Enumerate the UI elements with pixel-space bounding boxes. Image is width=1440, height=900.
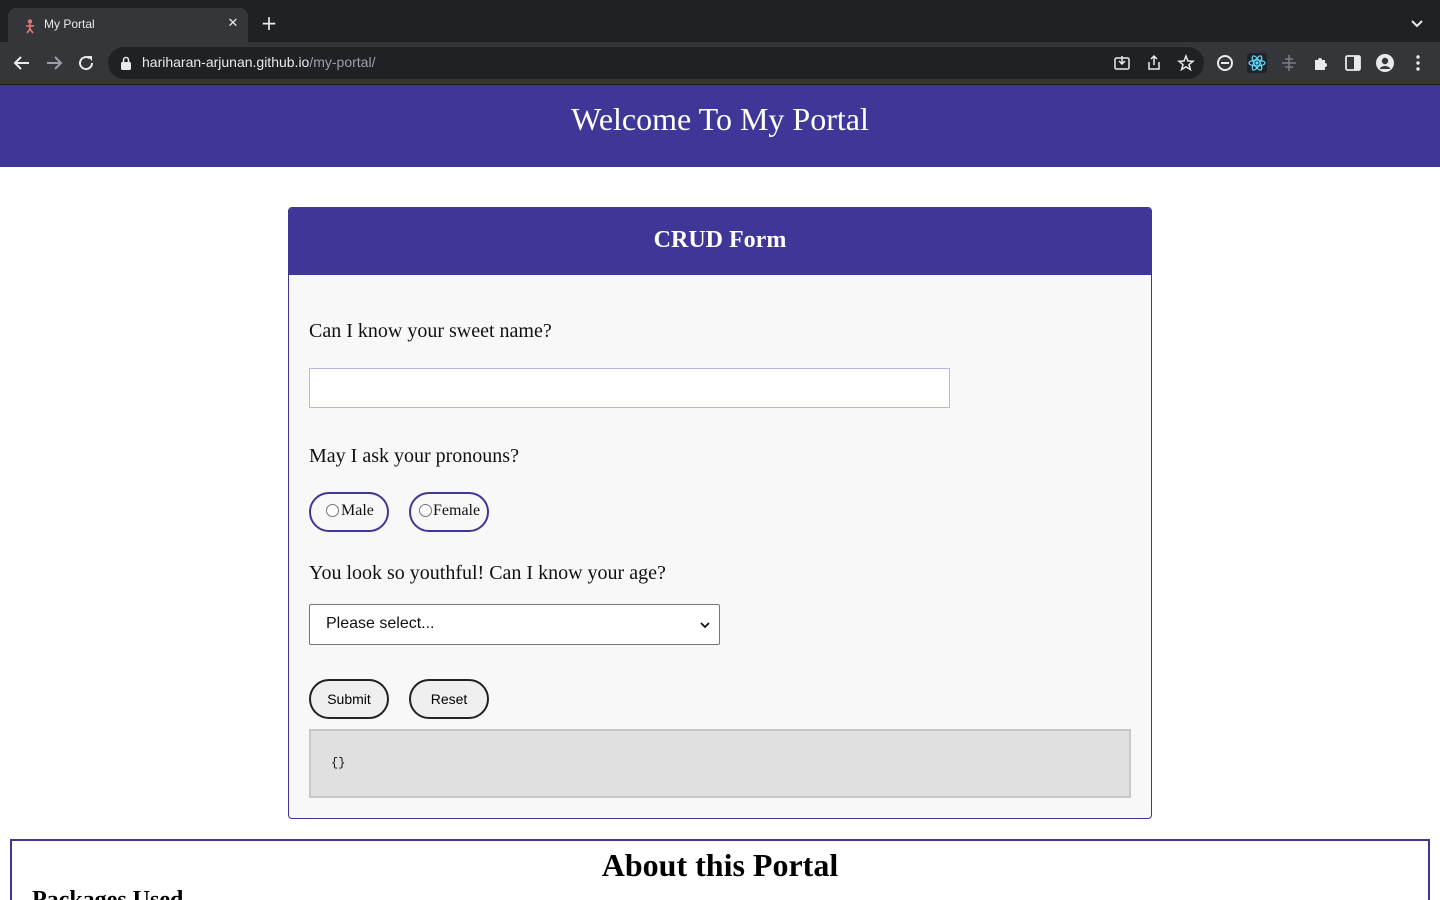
name-input[interactable] [309,368,950,408]
react-devtools-icon[interactable] [1247,53,1267,73]
name-question-label: Can I know your sweet name? [309,320,552,342]
female-radio-label[interactable]: Female [433,502,480,520]
age-select[interactable]: Please select... [309,604,720,645]
packages-used-heading: Packages Used [32,887,184,900]
share-icon[interactable] [1145,54,1163,72]
new-tab-icon[interactable]: + [258,12,280,34]
about-title: About this Portal [601,847,839,883]
url-host: hariharan-arjunan.github.io [142,54,310,70]
portal-header: Welcome To My Portal [0,85,1440,167]
install-icon[interactable] [1113,54,1131,72]
submit-button[interactable]: Submit [309,679,389,719]
back-icon[interactable] [10,51,34,75]
address-bar[interactable]: hariharan-arjunan.github.io/my-portal/ [108,47,1204,79]
forward-icon[interactable] [42,51,66,75]
lock-icon[interactable] [120,56,132,70]
male-radio-option[interactable]: Male [309,492,389,532]
about-section: About this Portal Packages Used [10,839,1430,900]
reset-button[interactable]: Reset [409,679,489,719]
reload-icon[interactable] [74,51,98,75]
form-output-json: {} [331,756,346,770]
ruler-extension-icon[interactable] [1279,53,1299,73]
pronoun-question-label: May I ask your pronouns? [309,445,519,467]
bookmark-star-icon[interactable] [1177,54,1195,72]
browser-tab[interactable]: My Portal ✕ [8,8,248,42]
menu-icon[interactable] [1408,53,1428,73]
form-output-box: {} [309,729,1131,798]
tab-title: My Portal [44,17,95,31]
profile-icon[interactable] [1375,53,1395,73]
tab-list-icon[interactable] [1406,13,1428,35]
female-radio-button[interactable] [419,504,432,517]
puzzle-extensions-icon[interactable] [1311,53,1331,73]
close-tab-icon[interactable]: ✕ [224,15,242,33]
side-panel-icon[interactable] [1343,53,1363,73]
form-title: CRUD Form [653,227,787,253]
male-radio-button[interactable] [326,504,339,517]
age-question-label: You look so youthful! Can I know your ag… [309,562,666,584]
page-title: Welcome To My Portal [571,101,869,137]
edge-extension-icon[interactable] [1215,53,1235,73]
crud-form-card: CRUD Form Can I know your sweet name? Ma… [288,207,1152,819]
form-header: CRUD Form [289,208,1151,275]
url-text[interactable]: hariharan-arjunan.github.io/my-portal/ [142,54,375,70]
portal-favicon-icon [26,19,34,34]
age-select-value: Please select... [326,615,435,632]
female-radio-option[interactable]: Female [409,492,489,532]
browser-tab-strip: My Portal ✕ + [0,0,1440,42]
chevron-down-icon [700,622,710,629]
male-radio-label[interactable]: Male [341,502,374,520]
browser-toolbar: hariharan-arjunan.github.io/my-portal/ [0,42,1440,84]
url-path: /my-portal/ [309,54,376,70]
